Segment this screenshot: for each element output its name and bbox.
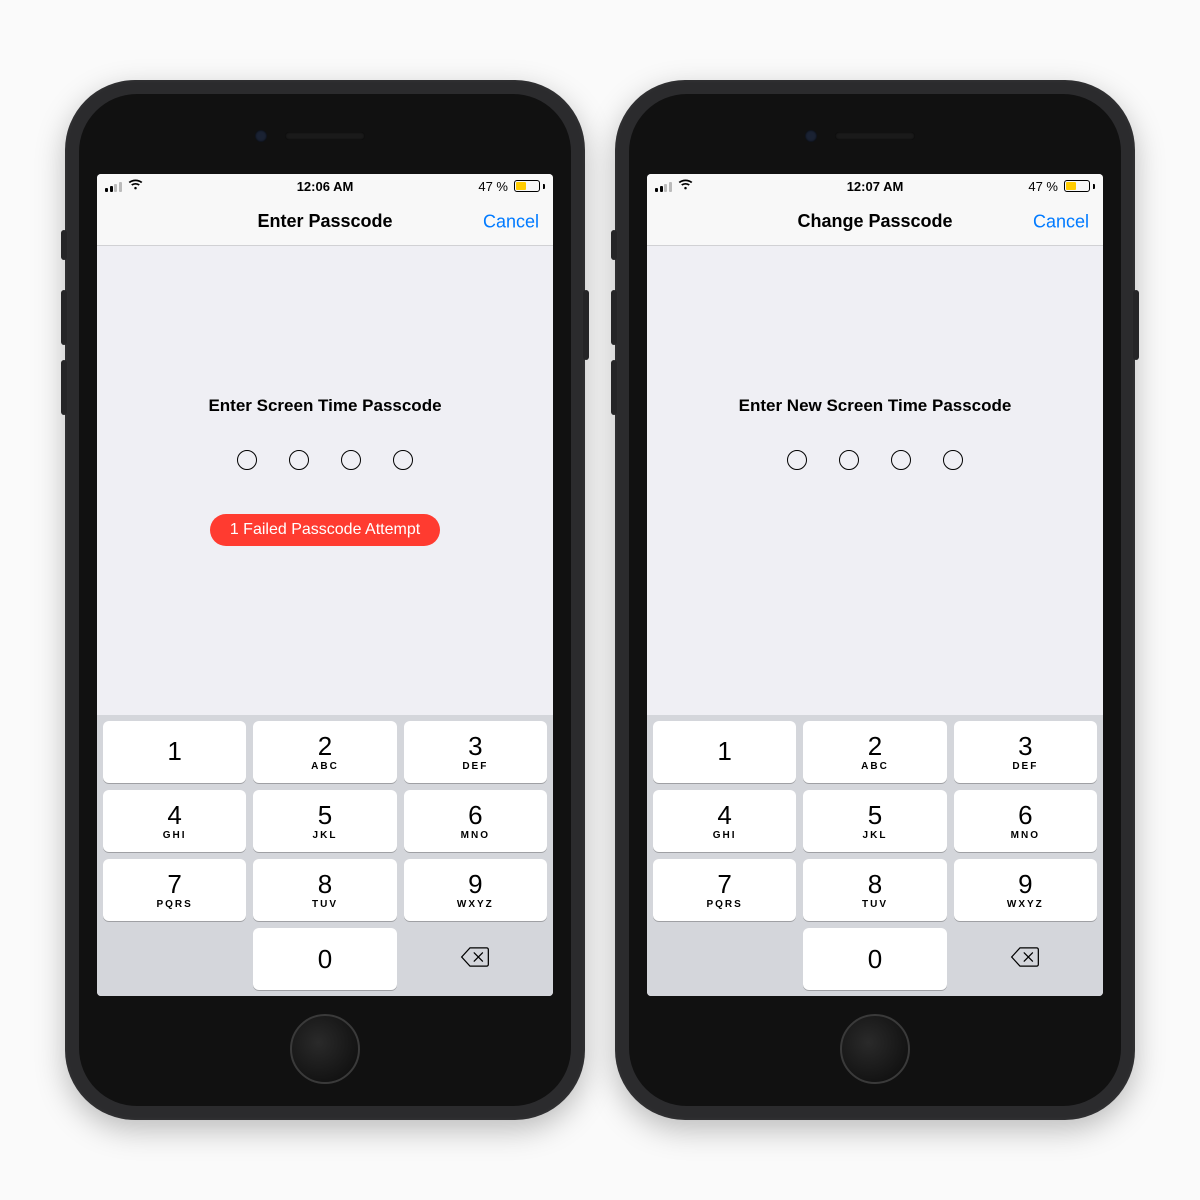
screen: 12:06 AM 47 % Enter Passcode Cancel Ente…: [97, 174, 553, 996]
keypad-key-5[interactable]: 5JKL: [803, 790, 946, 852]
keypad-delete-button[interactable]: [404, 928, 547, 990]
passcode-prompt: Enter New Screen Time Passcode: [739, 396, 1012, 416]
keypad-key-0[interactable]: 0: [253, 928, 396, 990]
passcode-dot: [943, 450, 963, 470]
status-bar: 12:07 AM 47 %: [647, 174, 1103, 198]
power-button: [583, 290, 589, 360]
battery-icon: [514, 180, 545, 192]
numeric-keypad: 12ABC3DEF 4GHI5JKL6MNO 7PQRS8TUV9WXYZ0: [647, 715, 1103, 996]
keypad-key-8[interactable]: 8TUV: [253, 859, 396, 921]
keypad-key-2[interactable]: 2ABC: [803, 721, 946, 783]
keypad-key-3[interactable]: 3DEF: [404, 721, 547, 783]
keypad-blank: [103, 928, 246, 990]
numeric-keypad: 12ABC3DEF 4GHI5JKL6MNO 7PQRS8TUV9WXYZ0: [97, 715, 553, 996]
keypad-key-8[interactable]: 8TUV: [803, 859, 946, 921]
volume-up: [611, 290, 617, 345]
wifi-icon: [128, 179, 143, 194]
home-button[interactable]: [290, 1014, 360, 1084]
backspace-icon: [460, 946, 490, 973]
status-bar: 12:06 AM 47 %: [97, 174, 553, 198]
volume-up: [61, 290, 67, 345]
passcode-content: Enter New Screen Time Passcode: [647, 246, 1103, 715]
keypad-key-9[interactable]: 9WXYZ: [404, 859, 547, 921]
passcode-dots: [237, 450, 413, 470]
status-time: 12:07 AM: [847, 179, 904, 194]
failed-attempt-badge: 1 Failed Passcode Attempt: [210, 514, 440, 546]
keypad-blank: [653, 928, 796, 990]
keypad-key-2[interactable]: 2ABC: [253, 721, 396, 783]
keypad-key-6[interactable]: 6MNO: [404, 790, 547, 852]
nav-title: Enter Passcode: [257, 211, 392, 232]
passcode-dot: [341, 450, 361, 470]
keypad-key-4[interactable]: 4GHI: [103, 790, 246, 852]
keypad-key-0[interactable]: 0: [803, 928, 946, 990]
wifi-icon: [678, 179, 693, 194]
home-button[interactable]: [840, 1014, 910, 1084]
front-camera: [255, 130, 267, 142]
passcode-dot: [289, 450, 309, 470]
battery-percentage: 47 %: [478, 179, 508, 194]
passcode-prompt: Enter Screen Time Passcode: [208, 396, 441, 416]
passcode-dot: [787, 450, 807, 470]
passcode-dot: [393, 450, 413, 470]
volume-down: [611, 360, 617, 415]
earpiece-speaker: [285, 132, 365, 140]
phone-frame-left: 12:06 AM 47 % Enter Passcode Cancel Ente…: [65, 80, 585, 1120]
earpiece-speaker: [835, 132, 915, 140]
keypad-key-5[interactable]: 5JKL: [253, 790, 396, 852]
keypad-key-7[interactable]: 7PQRS: [653, 859, 796, 921]
mute-switch: [61, 230, 67, 260]
screen: 12:07 AM 47 % Change Passcode Cancel Ent…: [647, 174, 1103, 996]
keypad-key-9[interactable]: 9WXYZ: [954, 859, 1097, 921]
keypad-key-6[interactable]: 6MNO: [954, 790, 1097, 852]
passcode-dot: [237, 450, 257, 470]
passcode-dots: [787, 450, 963, 470]
nav-bar: Enter Passcode Cancel: [97, 198, 553, 246]
status-time: 12:06 AM: [297, 179, 354, 194]
nav-bar: Change Passcode Cancel: [647, 198, 1103, 246]
battery-percentage: 47 %: [1028, 179, 1058, 194]
keypad-key-7[interactable]: 7PQRS: [103, 859, 246, 921]
keypad-key-1[interactable]: 1: [103, 721, 246, 783]
nav-title: Change Passcode: [797, 211, 952, 232]
volume-down: [61, 360, 67, 415]
power-button: [1133, 290, 1139, 360]
cancel-button[interactable]: Cancel: [1033, 211, 1089, 232]
keypad-key-3[interactable]: 3DEF: [954, 721, 1097, 783]
phone-frame-right: 12:07 AM 47 % Change Passcode Cancel Ent…: [615, 80, 1135, 1120]
backspace-icon: [1010, 946, 1040, 973]
cellular-signal-icon: [105, 181, 122, 192]
passcode-content: Enter Screen Time Passcode 1 Failed Pass…: [97, 246, 553, 715]
front-camera: [805, 130, 817, 142]
mute-switch: [611, 230, 617, 260]
passcode-dot: [891, 450, 911, 470]
keypad-key-1[interactable]: 1: [653, 721, 796, 783]
passcode-dot: [839, 450, 859, 470]
keypad-delete-button[interactable]: [954, 928, 1097, 990]
cellular-signal-icon: [655, 181, 672, 192]
battery-icon: [1064, 180, 1095, 192]
keypad-key-4[interactable]: 4GHI: [653, 790, 796, 852]
cancel-button[interactable]: Cancel: [483, 211, 539, 232]
